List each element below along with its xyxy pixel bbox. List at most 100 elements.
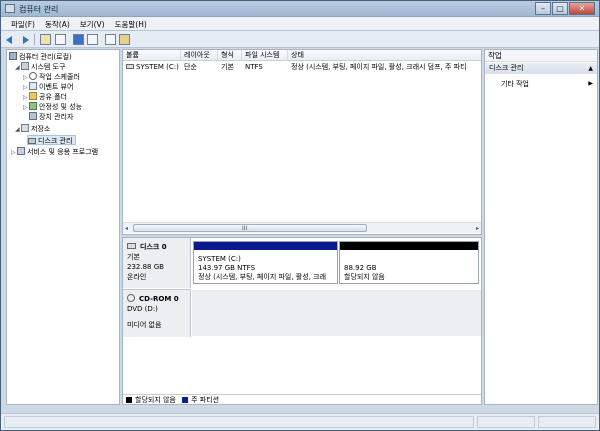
console-tree: 컴퓨터 관리(로컬) ◢ 시스템 도구 ▷ 작업 스케줄러 ▷ 이벤트 뷰어 ▷ 공유 … xyxy=(6,49,120,405)
disk-status: 온라인 xyxy=(127,273,147,281)
computer-icon xyxy=(9,52,17,60)
scrollbar-thumb[interactable]: III xyxy=(133,224,367,232)
show-hide-action-pane-icon[interactable] xyxy=(87,34,98,45)
partition-system-c[interactable]: SYSTEM (C:) 143.97 GB NTFS 정상 (시스템, 부팅, … xyxy=(193,241,338,284)
tree-item-label: 컴퓨터 관리(로컬) xyxy=(19,53,72,61)
disk-management-icon xyxy=(28,138,36,144)
tree-item-task-scheduler[interactable]: ▷ 작업 스케줄러 xyxy=(23,72,80,82)
table-row[interactable]: SYSTEM (C:) 단순 기본 NTFS 정상 (시스템, 부팅, 페이지 … xyxy=(123,62,481,72)
tree-item-label: 공유 폴더 xyxy=(39,93,67,101)
status-bar xyxy=(1,413,599,430)
cdrom-empty-area xyxy=(192,290,481,336)
clock-icon xyxy=(29,72,37,80)
section-label: 디스크 관리 xyxy=(489,64,524,72)
performance-icon xyxy=(29,102,37,110)
storage-icon xyxy=(21,124,29,132)
partition-text: 88.92 GB 할당되지 않음 xyxy=(344,264,476,282)
scroll-grip-icon: III xyxy=(242,225,248,232)
up-folder-icon[interactable] xyxy=(40,34,51,45)
scroll-left-icon[interactable]: ◂ xyxy=(125,225,128,232)
computer-management-window: 컴퓨터 관리 – □ ✕ 파일(F) 동작(A) 보기(V) 도움말(H) 컴퓨… xyxy=(0,0,600,431)
volume-list-header: 볼륨 레이아웃 형식 파일 시스템 상태 xyxy=(123,50,481,61)
legend-swatch-primary xyxy=(182,396,189,403)
legend-swatch-unallocated xyxy=(126,396,132,403)
cell-file-system: NTFS xyxy=(245,63,263,71)
maximize-button[interactable]: □ xyxy=(552,2,568,15)
event-viewer-icon xyxy=(29,82,37,90)
minimize-button[interactable]: – xyxy=(535,2,551,15)
partition-detail: 143.97 GB NTFS xyxy=(198,264,256,272)
action-more-actions[interactable]: 기타 작업 ▶ xyxy=(485,79,597,89)
partition-name: SYSTEM (C:) xyxy=(198,255,241,263)
tree-item-disk-management[interactable]: 디스크 관리 xyxy=(27,135,77,145)
legend-label: 할당되지 않음 xyxy=(135,396,176,404)
horizontal-scrollbar[interactable]: ◂ III ▸ xyxy=(123,222,481,233)
tree-item-computer-management[interactable]: 컴퓨터 관리(로컬) xyxy=(9,52,72,62)
device-manager-icon xyxy=(29,112,37,120)
tree-item-system-tools[interactable]: ◢ 시스템 도구 xyxy=(15,62,65,72)
column-header-file-system[interactable]: 파일 시스템 xyxy=(242,50,288,61)
tree-item-reliability-performance[interactable]: ▷ 안정성 및 성능 xyxy=(23,102,82,112)
column-header-layout[interactable]: 레이아웃 xyxy=(181,50,218,61)
menu-help[interactable]: 도움말(H) xyxy=(111,17,153,30)
actions-title: 작업 xyxy=(485,50,597,62)
volume-drive-icon xyxy=(126,64,134,69)
tree-item-device-manager[interactable]: 장치 관리자 xyxy=(29,112,73,122)
back-arrow-icon[interactable] xyxy=(6,34,17,45)
partition-unallocated[interactable]: 88.92 GB 할당되지 않음 xyxy=(339,241,479,284)
cdrom-icon xyxy=(127,294,135,302)
disk-name: CD-ROM 0 xyxy=(139,295,179,303)
column-header-volume[interactable]: 볼륨 xyxy=(123,50,181,61)
actions-section-disk-management[interactable]: 디스크 관리 ▲ xyxy=(485,63,597,74)
tree-item-services-applications[interactable]: ▷ 서비스 및 응용 프로그램 xyxy=(11,147,98,157)
close-button[interactable]: ✕ xyxy=(569,2,595,15)
tree-item-label: 디스크 관리 xyxy=(38,137,73,145)
tree-item-label: 서비스 및 응용 프로그램 xyxy=(27,148,99,156)
menu-view[interactable]: 보기(V) xyxy=(76,17,111,30)
menu-bar: 파일(F) 동작(A) 보기(V) 도움말(H) xyxy=(1,17,599,31)
menu-action[interactable]: 동작(A) xyxy=(41,17,76,30)
refresh-icon[interactable] xyxy=(119,34,130,45)
help-icon[interactable] xyxy=(73,34,84,45)
tree-item-storage[interactable]: ◢ 저장소 xyxy=(15,124,50,134)
app-icon xyxy=(5,4,15,13)
tree-item-label: 장치 관리자 xyxy=(39,113,74,121)
tree-item-event-viewer[interactable]: ▷ 이벤트 뷰어 xyxy=(23,82,73,92)
status-cell xyxy=(4,416,474,428)
menu-file[interactable]: 파일(F) xyxy=(7,17,41,30)
disk-status: 미디어 없음 xyxy=(127,321,162,329)
scroll-right-icon[interactable]: ▸ xyxy=(476,225,479,232)
hard-disk-icon xyxy=(127,243,136,249)
disk-name: 디스크 0 xyxy=(140,243,167,251)
partition-text: SYSTEM (C:) 143.97 GB NTFS 정상 (시스템, 부팅, … xyxy=(198,255,335,282)
cdrom-0-label[interactable]: CD-ROM 0 DVD (D:) 미디어 없음 xyxy=(123,289,191,337)
tools-icon xyxy=(21,62,29,70)
disk-0-label[interactable]: 디스크 0 기본 232.88 GB 온라인 xyxy=(123,238,191,288)
submenu-arrow-icon: ▶ xyxy=(588,80,593,87)
disk-type: 기본 xyxy=(127,253,140,261)
column-header-type[interactable]: 형식 xyxy=(218,50,242,61)
disk-size: 232.88 GB xyxy=(127,263,164,271)
shared-folder-icon xyxy=(29,92,37,100)
disk-type: DVD (D:) xyxy=(127,305,158,313)
volume-name: SYSTEM (C:) xyxy=(136,63,179,71)
forward-arrow-icon[interactable] xyxy=(20,34,31,45)
tree-item-label: 안정성 및 성능 xyxy=(39,103,83,111)
tree-item-label: 이벤트 뷰어 xyxy=(39,83,74,91)
primary-partition-bar xyxy=(194,242,337,250)
tree-item-shared-folders[interactable]: ▷ 공유 폴더 xyxy=(23,92,67,102)
properties-icon[interactable] xyxy=(105,34,116,45)
cell-type: 기본 xyxy=(221,63,234,71)
column-header-status[interactable]: 상태 xyxy=(288,50,481,61)
disk-graphical-view: 디스크 0 기본 232.88 GB 온라인 SYSTEM (C:) 143.9… xyxy=(122,237,482,405)
unallocated-bar xyxy=(340,242,478,250)
show-hide-tree-icon[interactable] xyxy=(55,34,66,45)
volume-list: 볼륨 레이아웃 형식 파일 시스템 상태 SYSTEM (C:) 단순 기본 N… xyxy=(122,49,482,235)
collapse-up-icon[interactable]: ▲ xyxy=(588,63,593,74)
status-cell xyxy=(477,416,535,428)
services-icon xyxy=(17,147,25,155)
toolbar-separator xyxy=(34,34,35,45)
title-bar[interactable]: 컴퓨터 관리 – □ ✕ xyxy=(1,1,599,17)
cell-volume: SYSTEM (C:) xyxy=(123,62,181,72)
action-label: 기타 작업 xyxy=(501,80,529,88)
